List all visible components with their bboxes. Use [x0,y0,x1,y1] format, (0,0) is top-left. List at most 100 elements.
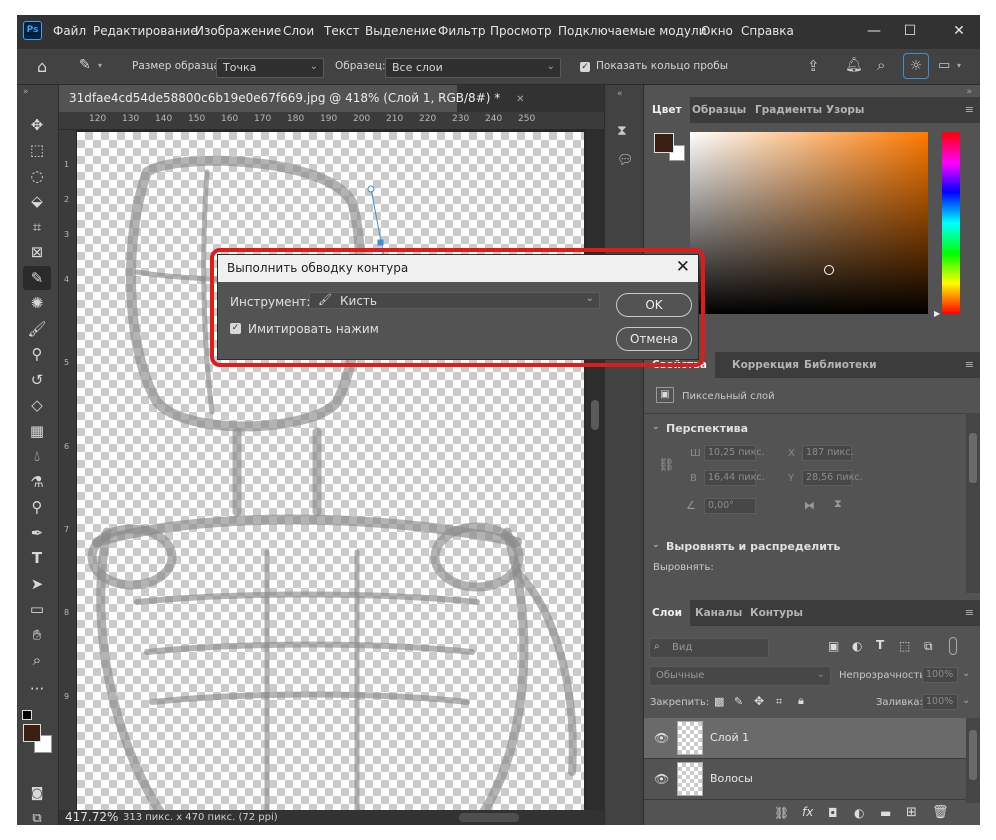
panel-menu-icon[interactable]: ≡ [965,358,974,371]
layer-filter-search[interactable]: ⌕ Вид [649,638,769,658]
document-canvas[interactable] [77,132,584,810]
menu-help[interactable]: Справка [741,24,794,38]
menu-select[interactable]: Выделение [365,24,436,38]
menu-view[interactable]: Просмотр [490,24,552,38]
color-panel-foreground-swatch[interactable] [654,133,674,153]
stamp-tool-icon[interactable]: ⚲ [23,342,51,366]
lock-transparent-icon[interactable]: ▩ [714,695,724,708]
healing-brush-tool-icon[interactable]: ✺ [23,291,51,315]
maximize-button[interactable]: ☐ [895,19,925,43]
close-window-button[interactable]: ✕ [944,19,974,43]
align-section-title[interactable]: Выровнять и распределить [666,540,840,553]
marquee-tool-icon[interactable]: ⬚ [23,138,51,162]
adjustment-layer-icon[interactable]: ◐ [854,806,864,820]
flip-vertical-icon[interactable]: ⧗ [834,497,842,511]
menu-edit[interactable]: Редактирование [93,24,198,38]
filter-adjustment-icon[interactable]: ◐ [852,639,862,653]
canvas-area[interactable] [77,130,586,810]
lock-brush-icon[interactable]: ✎ [734,695,743,708]
path-select-tool-icon[interactable]: ➤ [23,572,51,596]
gradient-tool-icon[interactable]: ▦ [23,419,51,443]
search-icon[interactable]: ⌕ [877,56,885,74]
zoom-tool-icon[interactable]: ⌕ [23,648,51,672]
height-field[interactable]: 16,44 пикс. [704,470,765,486]
object-select-tool-icon[interactable]: ⬙ [23,189,51,213]
layer-effects-icon[interactable]: fx [802,805,813,819]
history-brush-tool-icon[interactable]: ↺ [23,368,51,392]
chevron-down-icon[interactable]: ⌄ [652,540,660,550]
scrollbar-thumb[interactable] [969,433,977,483]
perspective-section-title[interactable]: Перспектива [666,422,748,435]
tab-swatches[interactable]: Образцы [684,97,754,123]
filter-smart-object-icon[interactable]: ⧉ [924,639,933,654]
lock-all-icon[interactable]: 🔒︎ [798,694,804,708]
add-mask-icon[interactable]: ◘ [828,806,838,820]
filter-toggle[interactable] [949,637,957,655]
color-field[interactable] [690,132,928,314]
blur-tool-icon[interactable]: 💧︎ [23,444,51,468]
canvas-vertical-scrollbar[interactable] [586,130,604,810]
path-handle-point[interactable] [367,185,375,193]
workspace-icon[interactable]: ▭ [938,58,950,73]
menu-type[interactable]: Текст [324,24,360,38]
close-tab-icon[interactable]: ✕ [516,94,524,105]
workspace-chevron-icon[interactable]: ▾ [957,61,961,70]
panel-menu-icon[interactable]: ≡ [965,606,974,619]
zoom-level[interactable]: 417.72% [65,810,118,824]
eraser-tool-icon[interactable]: ◇ [23,393,51,417]
menu-plugins[interactable]: Подключаемые модули [558,24,707,38]
document-tab[interactable]: 31dfae4cd54de58800c6b19e0e67f669.jpg @ 4… [59,85,524,112]
hue-slider[interactable] [942,132,960,314]
scrollbar-thumb[interactable] [969,730,977,780]
tab-channels[interactable]: Каналы [687,600,750,626]
quick-mask-icon[interactable]: ◙ [23,782,51,806]
bell-icon[interactable]: 🔔︎ [845,57,863,73]
blend-mode-select[interactable]: Обычные ⌄ [649,666,831,686]
lock-artboard-icon[interactable]: ⌗ [776,695,782,709]
frame-tool-icon[interactable]: ⊠ [23,240,51,264]
comments-panel-icon[interactable]: 💬︎ [617,153,634,168]
sample-size-select[interactable]: Точка ⌄ [216,58,324,78]
trash-icon[interactable]: 🗑︎ [932,805,949,820]
fill-field[interactable]: 100% [922,694,958,710]
collapse-arrows-icon[interactable]: « [617,89,623,99]
type-tool-icon[interactable]: T [23,546,51,570]
tab-libraries[interactable]: Библиотеки [796,352,885,378]
link-layers-icon[interactable]: ⛓︎ [774,806,789,820]
rectangle-tool-icon[interactable]: ▭ [23,597,51,621]
brush-tool-icon[interactable]: 🖌︎ [23,317,51,341]
chevron-down-icon[interactable]: ⌄ [962,695,970,706]
angle-field[interactable]: 0,00° [704,498,756,514]
eyedropper-tool-button[interactable]: ✎ [23,266,51,290]
discover-lightbulb-icon[interactable]: ☼ [903,53,929,79]
color-picker-ring[interactable] [824,265,834,275]
move-tool-icon[interactable]: ✥ [23,113,51,137]
collapse-arrows-icon[interactable]: » [966,87,972,97]
tab-patterns[interactable]: Узоры [818,97,872,123]
history-panel-icon[interactable]: ⧗ [617,123,627,139]
tab-paths[interactable]: Контуры [742,600,811,626]
screen-mode-icon[interactable]: ⧉ [23,807,51,825]
scrollbar-thumb[interactable] [591,400,599,430]
horizontal-scrollbar-thumb[interactable] [459,813,519,822]
flip-horizontal-icon[interactable]: ⧓ [804,499,815,512]
default-colors-icon[interactable] [22,710,32,720]
share-icon[interactable]: ⇪ [807,57,820,75]
chevron-down-icon[interactable]: ⌄ [652,422,660,432]
filter-type-icon[interactable]: T [876,638,884,652]
minimize-button[interactable]: — [859,19,889,43]
layer-row[interactable]: 👁︎ Волосы [644,759,966,800]
tab-color[interactable]: Цвет [644,97,690,123]
layer-row[interactable]: 👁︎ Слой 1 [644,718,966,759]
crop-tool-icon[interactable]: ⌗ [23,215,51,239]
path-anchor-point[interactable] [377,239,384,246]
foreground-color-swatch[interactable] [23,724,41,742]
tab-layers[interactable]: Слои [644,600,690,626]
menu-image[interactable]: Изображение [195,24,281,38]
lasso-tool-icon[interactable]: ◌ [23,164,51,188]
lock-position-icon[interactable]: ✥ [754,694,764,708]
properties-scrollbar[interactable] [966,413,980,593]
collapse-arrows-icon[interactable]: » [23,87,29,97]
filter-shape-icon[interactable]: ⬚ [899,639,910,653]
width-field[interactable]: 10,25 пикс. [704,445,765,461]
